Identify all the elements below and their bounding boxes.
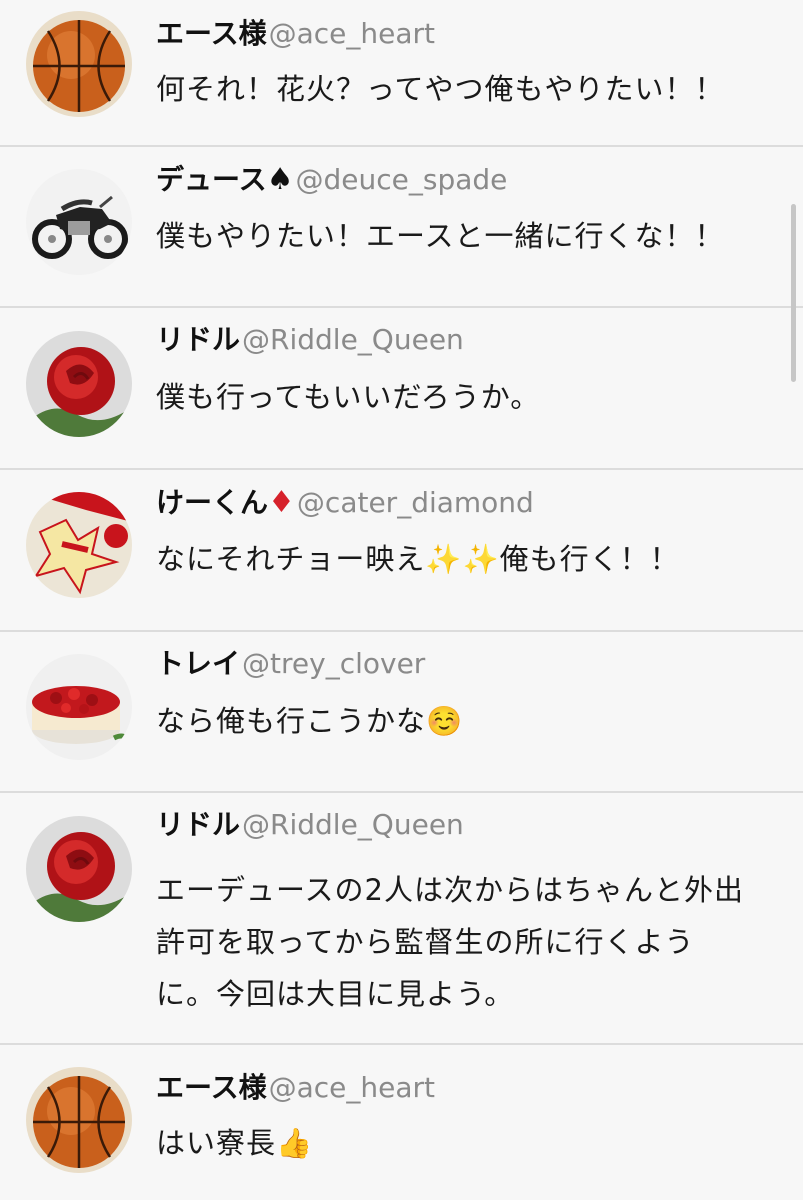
post-text: なにそれチョー映え✨✨俺も行く！！ (156, 542, 680, 576)
post-text: はい寮長👍 (156, 1126, 314, 1160)
rose-avatar[interactable] (26, 816, 132, 922)
author-handle[interactable]: @Riddle_Queen (242, 808, 464, 841)
motorcycle-avatar[interactable] (26, 169, 132, 275)
post-cater[interactable]: けーくん♦@cater_diamond なにそれチョー映え✨✨俺も行く！！ (0, 470, 803, 632)
author-name[interactable]: トレイ (156, 647, 240, 680)
basketball-avatar[interactable] (26, 11, 132, 117)
post-text: 僕もやりたい！エースと一緒に行くな！！ (156, 219, 725, 253)
diamond-icon: ♦ (268, 485, 295, 520)
author-handle[interactable]: @Riddle_Queen (242, 323, 464, 356)
author-handle[interactable]: @deuce_spade (296, 163, 508, 196)
author-name[interactable]: エース様 (156, 17, 267, 50)
author-name[interactable]: リドル (156, 808, 240, 841)
author-name[interactable]: エース様 (156, 1071, 267, 1104)
spade-icon: ♠ (266, 162, 294, 197)
author-handle[interactable]: @cater_diamond (297, 486, 534, 519)
post-text: エーデュースの2人は次からはちゃんと外出許可を取ってから監督生の所に行くように。… (156, 873, 745, 1011)
post-ace-1[interactable]: エース様@ace_heart 何それ！花火？ってやつ俺もやりたい！！ (0, 0, 803, 147)
author-handle[interactable]: @ace_heart (269, 1071, 435, 1104)
author-name[interactable]: リドル (156, 323, 240, 356)
post-ace-2[interactable]: エース様@ace_heart はい寮長👍 (0, 1045, 803, 1200)
basketball-avatar[interactable] (26, 1067, 132, 1173)
scrollbar[interactable] (791, 204, 796, 382)
timeline-feed: エース様@ace_heart 何それ！花火？ってやつ俺もやりたい！！ デュース♠… (0, 0, 803, 1200)
post-riddle-1[interactable]: リドル@Riddle_Queen 僕も行ってもいいだろうか。 (0, 308, 803, 470)
post-text: 僕も行ってもいいだろうか。 (156, 380, 541, 414)
post-riddle-2[interactable]: リドル@Riddle_Queen エーデュースの2人は次からはちゃんと外出許可を… (0, 793, 803, 1045)
comic-avatar[interactable] (26, 492, 132, 598)
post-deuce[interactable]: デュース♠@deuce_spade 僕もやりたい！エースと一緒に行くな！！ (0, 147, 803, 308)
author-name[interactable]: けーくん (156, 486, 268, 519)
author-handle[interactable]: @ace_heart (269, 17, 435, 50)
post-text: 何それ！花火？ってやつ俺もやりたい！！ (156, 72, 725, 106)
post-text: なら俺も行こうかな☺️ (156, 704, 464, 738)
cake-avatar[interactable] (26, 654, 132, 760)
rose-avatar[interactable] (26, 331, 132, 437)
author-name[interactable]: デュース (156, 163, 267, 196)
post-trey[interactable]: トレイ@trey_clover なら俺も行こうかな☺️ (0, 632, 803, 793)
author-handle[interactable]: @trey_clover (242, 647, 425, 680)
